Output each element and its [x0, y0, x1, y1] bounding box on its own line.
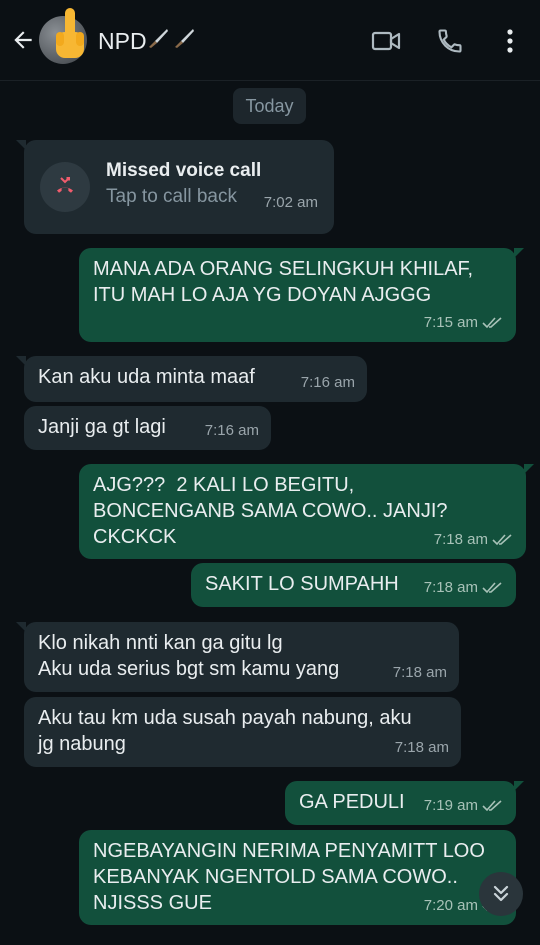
message-text: GA PEDULI: [299, 791, 405, 813]
message-text: MANA ADA ORANG SELINGKUH KHILAF, ITU MAH…: [93, 258, 474, 306]
message-text: Kan aku uda minta maaf: [38, 366, 255, 388]
message-time: 7:18 am: [433, 531, 488, 548]
double-chevron-down-icon: [493, 885, 509, 902]
message-time: 7:02 am: [263, 194, 318, 211]
message-time: 7:16 am: [300, 374, 355, 391]
knife-icon: [175, 29, 194, 48]
knife-icon: [149, 29, 168, 48]
scroll-to-bottom-button[interactable]: [479, 872, 523, 916]
message-text: AJG??? 2 KALI LO BEGITU, BONCENGANB SAMA…: [93, 474, 448, 548]
message-text: SAKIT LO SUMPAHH: [205, 573, 399, 595]
message-bubble-incoming[interactable]: Kan aku uda minta maaf 7:16 am: [16, 356, 367, 402]
message-bubble-outgoing[interactable]: SAKIT LO SUMPAHH 7:18 am: [191, 563, 516, 607]
missed-call-bubble[interactable]: Missed voice call Tap to call back 7:02 …: [16, 140, 334, 234]
message-bubble-outgoing[interactable]: NGEBAYANGIN NERIMA PENYAMITT LOO KEBANYA…: [79, 830, 516, 925]
missed-call-title: Missed voice call: [106, 160, 262, 181]
date-divider: Today: [233, 88, 306, 124]
video-call-button[interactable]: [370, 26, 402, 56]
message-time: 7:18 am: [392, 664, 447, 681]
message-time: 7:19 am: [423, 797, 478, 814]
message-bubble-outgoing[interactable]: GA PEDULI 7:19 am: [285, 781, 524, 825]
middle-finger-emoji-icon: [50, 2, 90, 70]
message-time: 7:20 am: [423, 897, 478, 914]
contact-name-emojis: [146, 26, 196, 50]
read-ticks-icon: [482, 800, 502, 812]
back-button[interactable]: [8, 24, 38, 56]
message-bubble-incoming[interactable]: Klo nikah nnti kan ga gitu lg Aku uda se…: [16, 622, 459, 692]
message-bubble-outgoing[interactable]: MANA ADA ORANG SELINGKUH KHILAF, ITU MAH…: [79, 248, 524, 342]
message-text: Aku tau km uda susah payah nabung, aku j…: [38, 707, 412, 755]
video-call-icon: [371, 31, 401, 51]
missed-call-icon-circle: [40, 162, 90, 212]
voice-call-button[interactable]: [434, 26, 466, 56]
message-bubble-outgoing[interactable]: AJG??? 2 KALI LO BEGITU, BONCENGANB SAMA…: [79, 464, 534, 559]
back-arrow-icon: [14, 31, 32, 49]
message-time: 7:16 am: [204, 422, 259, 439]
message-bubble-incoming[interactable]: Aku tau km uda susah payah nabung, aku j…: [24, 697, 461, 767]
message-text: Klo nikah nnti kan ga gitu lg Aku uda se…: [38, 632, 340, 680]
missed-call-icon: [57, 177, 73, 193]
phone-icon: [438, 29, 462, 53]
message-text: Janji ga gt lagi: [38, 416, 166, 438]
chat-header: NPD: [0, 0, 540, 81]
message-bubble-incoming[interactable]: Janji ga gt lagi 7:16 am: [24, 406, 271, 450]
contact-name[interactable]: NPD: [98, 28, 147, 55]
message-time: 7:18 am: [423, 579, 478, 596]
read-ticks-icon: [482, 582, 502, 594]
missed-call-subtitle: Tap to call back: [106, 186, 237, 207]
read-ticks-icon: [482, 317, 502, 329]
more-vert-icon: [507, 29, 513, 53]
read-ticks-icon: [492, 534, 512, 546]
more-options-button[interactable]: [494, 26, 526, 56]
message-time: 7:15 am: [423, 314, 478, 331]
message-time: 7:18 am: [394, 739, 449, 756]
